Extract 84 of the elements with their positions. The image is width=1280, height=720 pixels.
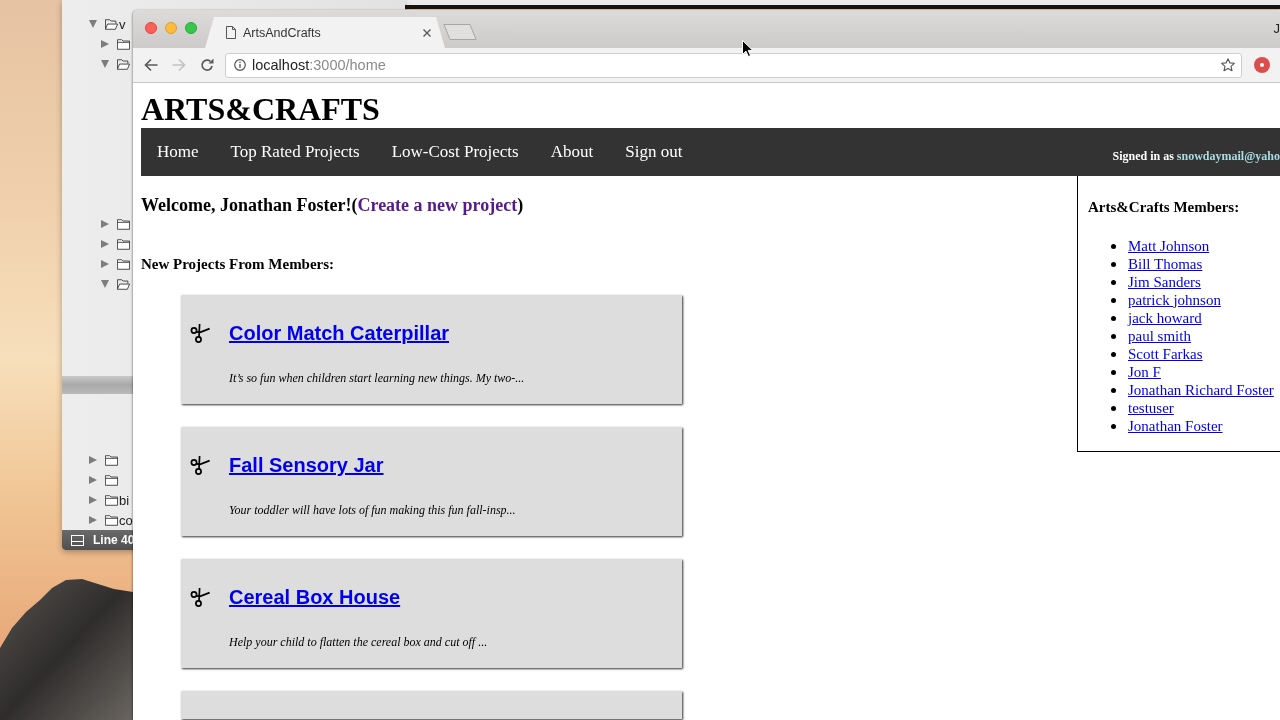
project-title-link[interactable]: Cereal Box House — [229, 585, 401, 609]
member-link[interactable]: testuser — [1128, 399, 1174, 417]
create-project-link[interactable]: Create a new project — [357, 195, 518, 215]
disclosure-triangle-icon[interactable] — [101, 60, 109, 68]
member-link[interactable]: Bill Thomas — [1128, 255, 1203, 273]
section-heading: New Projects From Members: — [141, 255, 335, 273]
project-title-link[interactable]: Color Match Caterpillar — [229, 321, 450, 345]
nav-link[interactable]: Top Rated Projects — [214, 128, 376, 176]
project-summary: It’s so fun when children start learning new things. My two-... — [229, 370, 525, 386]
project-summary: Your toddler will have lots of fun making this fun fall-insp... — [229, 502, 516, 518]
bullet-icon — [1111, 369, 1116, 375]
disclosure-triangle-icon[interactable] — [89, 496, 97, 504]
member-link[interactable]: Jon F — [1128, 363, 1161, 381]
disclosure-triangle-icon[interactable] — [101, 220, 109, 228]
bookmark-star-icon[interactable] — [1221, 58, 1235, 72]
member-link[interactable]: Jonathan Richard Foster — [1128, 381, 1274, 399]
nav-link[interactable]: About — [534, 128, 610, 176]
bullet-icon — [1111, 351, 1116, 357]
bullet-icon — [1111, 423, 1116, 429]
close-icon[interactable] — [423, 28, 431, 37]
email-link[interactable]: snowdaymail@yaho — [1176, 148, 1280, 163]
folder-icon — [105, 454, 118, 466]
profile-button[interactable]: J — [1273, 21, 1280, 36]
folder-name[interactable]: co — [119, 512, 133, 528]
bullet-icon — [1111, 387, 1116, 393]
folder-icon — [105, 514, 118, 526]
welcome-heading: Welcome, Jonathan Foster!(Create a new project) — [141, 195, 524, 216]
extension-icon[interactable] — [1254, 57, 1270, 73]
nav-link[interactable]: Home — [141, 128, 215, 176]
disclosure-triangle-icon[interactable] — [101, 260, 109, 268]
disclosure-triangle-icon[interactable] — [89, 516, 97, 524]
scissors-icon — [190, 455, 210, 475]
browser-tab[interactable]: ArtsAndCrafts — [205, 17, 445, 48]
reload-icon — [200, 58, 214, 72]
open-folder-icon — [105, 18, 118, 30]
back-arrow-icon — [144, 58, 158, 72]
disclosure-triangle-icon[interactable] — [89, 476, 97, 484]
panel-toggle-icon[interactable] — [71, 534, 84, 546]
open-folder-icon — [117, 278, 130, 290]
bullet-icon — [1111, 243, 1116, 249]
disclosure-triangle-icon[interactable] — [101, 40, 109, 48]
window-close-button[interactable] — [145, 22, 157, 34]
folder-name[interactable]: bi — [119, 492, 130, 508]
bullet-icon — [1111, 261, 1116, 267]
disclosure-triangle-icon[interactable] — [101, 240, 109, 248]
member-link[interactable]: jack howard — [1128, 309, 1202, 327]
address-field[interactable]: localhost:3000/home — [225, 52, 1242, 78]
member-link[interactable]: paul smith — [1128, 327, 1191, 345]
window-zoom-button[interactable] — [185, 22, 197, 34]
members-heading: Arts&Crafts Members: — [1088, 198, 1240, 216]
project-title-link[interactable]: Fall Sensory Jar — [229, 453, 384, 477]
forward-arrow-icon — [172, 58, 186, 72]
bullet-icon — [1111, 315, 1116, 321]
signed-in-text: Signed in as snowdaymail@yaho — [1112, 147, 1280, 164]
bullet-icon — [1111, 297, 1116, 303]
folder-icon — [105, 494, 118, 506]
page-icon — [226, 26, 236, 39]
member-link[interactable]: Scott Farkas — [1128, 345, 1203, 363]
folder-icon — [117, 258, 130, 270]
folder-icon — [117, 38, 130, 50]
member-link[interactable]: patrick johnson — [1128, 291, 1221, 309]
bullet-icon — [1111, 333, 1116, 339]
disclosure-triangle-icon[interactable] — [89, 456, 97, 464]
site-title: ARTS&CRAFTS — [141, 91, 380, 128]
project-summary: Help your child to flatten the cereal box and cut off ... — [229, 634, 488, 650]
folder-icon — [117, 238, 130, 250]
scissors-icon — [190, 587, 210, 607]
open-folder-icon — [117, 58, 130, 70]
bullet-icon — [1111, 279, 1116, 285]
member-link[interactable]: Matt Johnson — [1128, 237, 1210, 255]
member-link[interactable]: Jonathan Foster — [1128, 417, 1223, 435]
new-tab-button[interactable] — [443, 24, 477, 40]
scissors-icon — [190, 323, 210, 343]
folder-icon — [117, 218, 130, 230]
info-icon[interactable] — [234, 59, 246, 71]
member-link[interactable]: Jim Sanders — [1128, 273, 1201, 291]
bullet-icon — [1111, 405, 1116, 411]
disclosure-triangle-icon[interactable] — [101, 280, 109, 288]
cursor-icon — [742, 40, 753, 57]
nav-link[interactable]: Low-Cost Projects — [375, 128, 535, 176]
disclosure-triangle-icon[interactable] — [89, 20, 97, 28]
folder-icon — [105, 474, 118, 486]
nav-link[interactable]: Sign out — [609, 128, 699, 176]
folder-name[interactable]: v — [119, 16, 126, 32]
